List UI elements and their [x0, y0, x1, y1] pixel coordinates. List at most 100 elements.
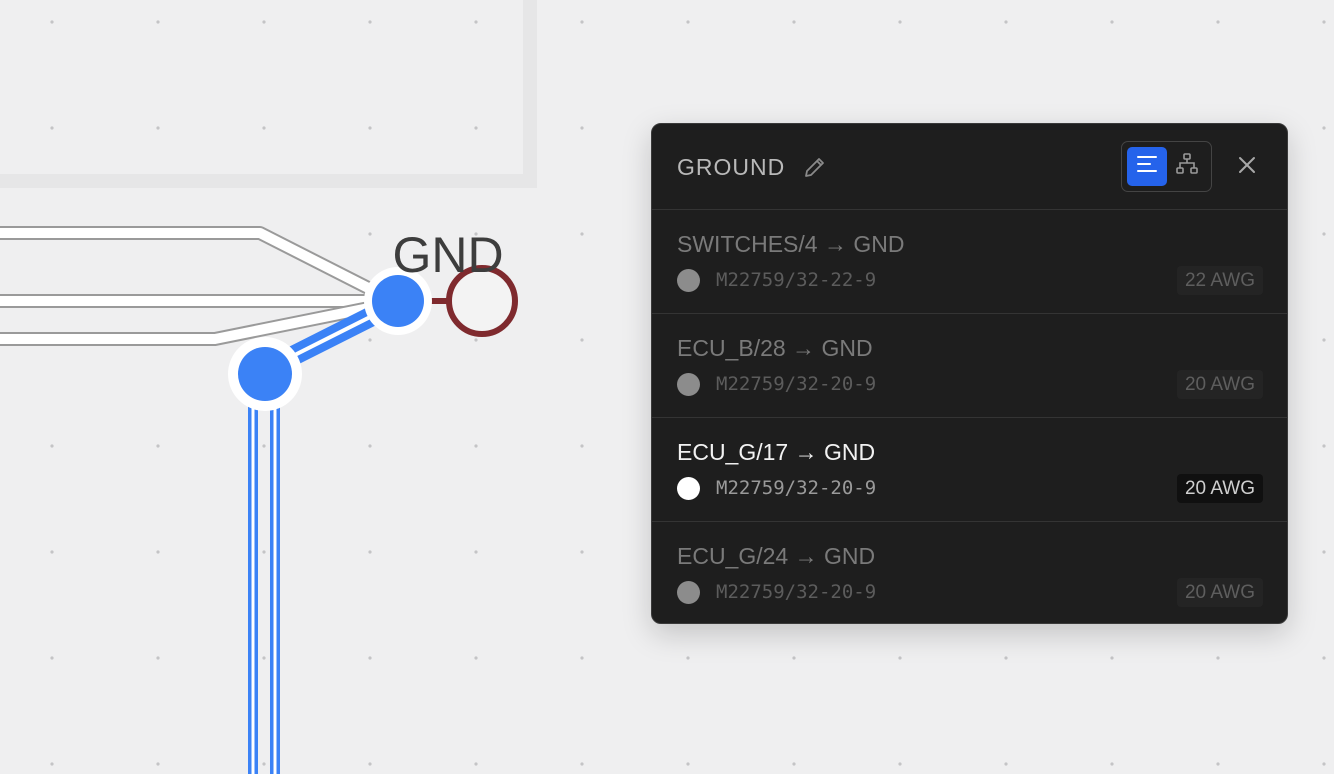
grid-dot — [580, 656, 584, 660]
grid-dot — [1322, 762, 1326, 766]
grid-dot — [368, 762, 372, 766]
grid-dot — [898, 20, 902, 24]
grid-dot — [50, 444, 54, 448]
grid-dot — [1322, 338, 1326, 342]
grid-dot — [474, 444, 478, 448]
grid-dot — [156, 20, 160, 24]
grid-dot — [580, 20, 584, 24]
grid-dot — [474, 762, 478, 766]
wire-color-swatch — [677, 477, 700, 500]
wire-color-swatch — [677, 581, 700, 604]
grid-dot — [262, 126, 266, 130]
grid-dot — [898, 656, 902, 660]
wire-bundle-white[interactable] — [0, 226, 388, 346]
wire-gauge-badge: 22 AWG — [1176, 266, 1263, 295]
grid-dot — [580, 232, 584, 236]
grid-dot — [368, 338, 372, 342]
close-icon — [1237, 155, 1257, 180]
grid-dot — [262, 550, 266, 554]
panel-header: GROUND — [652, 124, 1287, 210]
grid-dot — [1216, 762, 1220, 766]
grid-dot — [1216, 656, 1220, 660]
grid-dot — [156, 656, 160, 660]
wire-gauge-badge: 20 AWG — [1176, 370, 1263, 399]
wire-spec: M22759/32-20-9 — [716, 581, 877, 603]
grid-dot — [262, 762, 266, 766]
connection-item[interactable]: ECU_G/24 → GND M22759/32-20-9 20 AWG — [652, 522, 1287, 623]
connection-item[interactable]: SWITCHES/4 → GND M22759/32-22-9 22 AWG — [652, 210, 1287, 314]
grid-dot — [368, 126, 372, 130]
grid-dot — [686, 656, 690, 660]
grid-dot — [368, 550, 372, 554]
connection-name: ECU_G/24 → GND — [677, 543, 876, 569]
grid-dot — [580, 550, 584, 554]
connection-name: SWITCHES/4 → GND — [677, 231, 905, 257]
connection-name: ECU_G/17 → GND — [677, 439, 876, 465]
close-button[interactable] — [1232, 152, 1262, 182]
pencil-icon[interactable] — [802, 154, 828, 180]
tree-icon — [1175, 153, 1199, 180]
grid-dot — [580, 762, 584, 766]
grid-dot — [1110, 656, 1114, 660]
list-icon — [1136, 154, 1158, 179]
grid-dot — [474, 656, 478, 660]
grid-dot — [474, 338, 478, 342]
grid-dot — [262, 656, 266, 660]
grid-dot — [580, 444, 584, 448]
grid-dot — [50, 550, 54, 554]
grid-dot — [1322, 444, 1326, 448]
connection-item-selected[interactable]: ECU_G/17 → GND M22759/32-20-9 20 AWG — [652, 418, 1287, 522]
grid-dot — [262, 444, 266, 448]
ground-node-label: GND — [392, 227, 503, 283]
grid-dot — [1004, 656, 1008, 660]
panel-title: GROUND — [677, 154, 786, 180]
wire-spec: M22759/32-20-9 — [716, 477, 877, 499]
grid-dot — [1322, 656, 1326, 660]
grid-dot — [1322, 550, 1326, 554]
grid-dot — [50, 762, 54, 766]
grid-dot — [580, 338, 584, 342]
grid-dot — [156, 126, 160, 130]
connection-name: ECU_B/28 → GND — [677, 335, 873, 361]
wire-gauge-badge: 20 AWG — [1176, 578, 1263, 607]
net-details-panel: GROUND SWITCHES/4 → GND M22759/32-22-9 2… — [651, 123, 1288, 624]
grid-dot — [686, 762, 690, 766]
connection-list: SWITCHES/4 → GND M22759/32-22-9 22 AWG E… — [652, 210, 1287, 623]
grid-dot — [50, 126, 54, 130]
view-mode-toggle — [1121, 141, 1212, 192]
junction-node-lower[interactable] — [228, 337, 302, 411]
grid-dot — [580, 126, 584, 130]
component-frame[interactable] — [0, 0, 537, 188]
list-view-button[interactable] — [1127, 147, 1167, 186]
grid-dot — [1216, 20, 1220, 24]
grid-dot — [1322, 126, 1326, 130]
grid-dot — [156, 762, 160, 766]
grid-dot — [898, 762, 902, 766]
grid-dot — [1110, 20, 1114, 24]
wire-color-swatch — [677, 373, 700, 396]
grid-dot — [686, 20, 690, 24]
grid-dot — [1004, 20, 1008, 24]
grid-dot — [1322, 20, 1326, 24]
grid-dot — [792, 656, 796, 660]
grid-dot — [156, 444, 160, 448]
grid-dot — [368, 232, 372, 236]
grid-dot — [50, 656, 54, 660]
grid-dot — [792, 20, 796, 24]
grid-dot — [368, 656, 372, 660]
wire-spec: M22759/32-22-9 — [716, 269, 877, 291]
grid-dot — [1110, 762, 1114, 766]
grid-dot — [474, 20, 478, 24]
grid-dot — [50, 20, 54, 24]
grid-dot — [792, 762, 796, 766]
grid-dot — [1004, 762, 1008, 766]
grid-dot — [156, 550, 160, 554]
wire-color-swatch — [677, 269, 700, 292]
wire-gauge-badge: 20 AWG — [1176, 474, 1263, 503]
grid-dot — [368, 444, 372, 448]
wire-spec: M22759/32-20-9 — [716, 373, 877, 395]
tree-view-button[interactable] — [1167, 147, 1207, 186]
grid-dot — [474, 550, 478, 554]
grid-dot — [262, 20, 266, 24]
connection-item[interactable]: ECU_B/28 → GND M22759/32-20-9 20 AWG — [652, 314, 1287, 418]
